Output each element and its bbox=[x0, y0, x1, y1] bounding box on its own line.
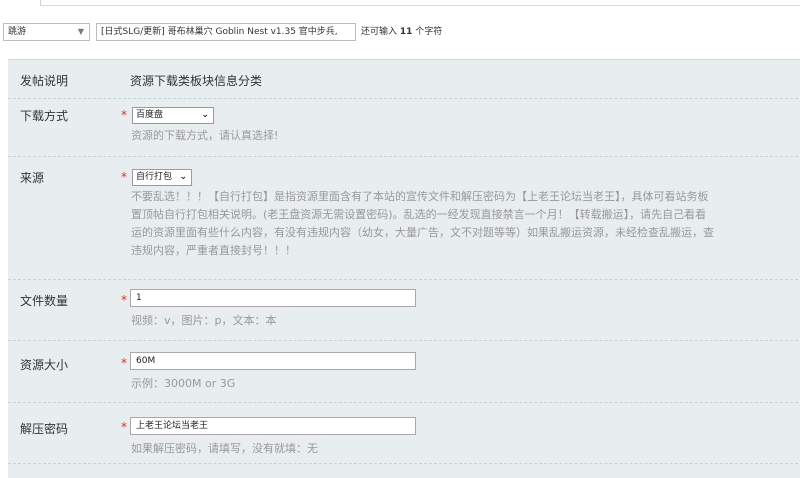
required-mark: * bbox=[121, 170, 127, 184]
size-hint: 示例：3000M or 3G bbox=[131, 377, 236, 390]
size-label: 资源大小 bbox=[20, 358, 69, 372]
char-hint-suffix: 个字符 bbox=[415, 27, 443, 37]
source-hint-line: 运的资源里面有些什么内容，有没有违规内容（幼女，大量广告，文不对题等等）如果乱搬… bbox=[131, 226, 714, 239]
char-hint-prefix: 还可输入 bbox=[361, 27, 398, 37]
tab-strip bbox=[0, 0, 800, 6]
required-mark: * bbox=[121, 356, 127, 370]
chevron-down-icon: ⌄ bbox=[179, 172, 187, 182]
thread-type-select[interactable]: 跳游 ▼ bbox=[3, 23, 90, 41]
source-row: 来源 * 自行打包 ⌄ 不要乱选！！！【自行打包】是指资源里面含有了本站的宣传文… bbox=[8, 157, 800, 280]
download-hint: 资源的下载方式，请认真选择! bbox=[131, 129, 279, 142]
chevron-down-icon: ⌄ bbox=[201, 110, 209, 120]
title-input[interactable]: [日式SLG/更新] 哥布林巢穴 Goblin Nest v1.35 官中步兵, bbox=[96, 23, 356, 41]
intro-label: 发帖说明 bbox=[20, 74, 69, 88]
required-mark: * bbox=[121, 420, 127, 434]
file-count-row: 文件数量 * 1 视频：v，图片：p，文本：本 bbox=[8, 280, 800, 341]
source-hint-line: 不要乱选！！！【自行打包】是指资源里面含有了本站的宣传文件和解压密码为【上老王论… bbox=[131, 190, 709, 203]
download-method-value: 百度盘 bbox=[136, 110, 164, 120]
source-hint: 不要乱选！！！【自行打包】是指资源里面含有了本站的宣传文件和解压密码为【上老王论… bbox=[131, 188, 800, 260]
source-label: 来源 bbox=[20, 171, 45, 185]
required-mark: * bbox=[121, 293, 127, 307]
file-count-label: 文件数量 bbox=[20, 294, 69, 308]
download-row: 下载方式 * 百度盘 ⌄ 资源的下载方式，请认真选择! bbox=[8, 99, 800, 157]
tab-divider bbox=[40, 5, 800, 6]
chevron-down-icon: ▼ bbox=[77, 27, 84, 36]
intro-row: 发帖说明 资源下载类板块信息分类 bbox=[8, 60, 800, 99]
password-input[interactable]: 上老王论坛当老王 bbox=[130, 417, 416, 435]
size-input[interactable]: 60M bbox=[130, 352, 416, 370]
size-row: 资源大小 * 60M 示例：3000M or 3G bbox=[8, 341, 800, 403]
source-select[interactable]: 自行打包 ⌄ bbox=[132, 169, 192, 186]
password-label: 解压密码 bbox=[20, 422, 69, 436]
thread-type-value: 跳游 bbox=[8, 27, 27, 37]
required-mark: * bbox=[121, 108, 127, 122]
char-hint-count: 11 bbox=[399, 27, 413, 37]
file-count-input[interactable]: 1 bbox=[130, 289, 416, 307]
source-hint-line: 置顶帖自行打包相关说明。(老王盘资源无需设置密码)。乱选的一经发现直接禁言一个月… bbox=[131, 208, 707, 221]
password-row: 解压密码 * 上老王论坛当老王 如果解压密码，请填写，没有就填：无 bbox=[8, 403, 800, 464]
source-hint-line: 违规内容，严重者直接封号！！！ bbox=[131, 244, 296, 257]
download-method-select[interactable]: 百度盘 ⌄ bbox=[132, 107, 214, 124]
char-count-hint: 还可输入 11 个字符 bbox=[361, 23, 442, 41]
intro-text: 资源下载类板块信息分类 bbox=[130, 74, 263, 88]
resource-info-form: 发帖说明 资源下载类板块信息分类 下载方式 * 百度盘 ⌄ 资源的下载方式，请认… bbox=[8, 59, 800, 478]
source-value: 自行打包 bbox=[136, 172, 173, 182]
file-count-hint: 视频：v，图片：p，文本：本 bbox=[131, 314, 277, 327]
active-tab[interactable] bbox=[0, 0, 41, 6]
password-hint: 如果解压密码，请填写，没有就填：无 bbox=[131, 442, 318, 455]
download-label: 下载方式 bbox=[20, 109, 69, 123]
